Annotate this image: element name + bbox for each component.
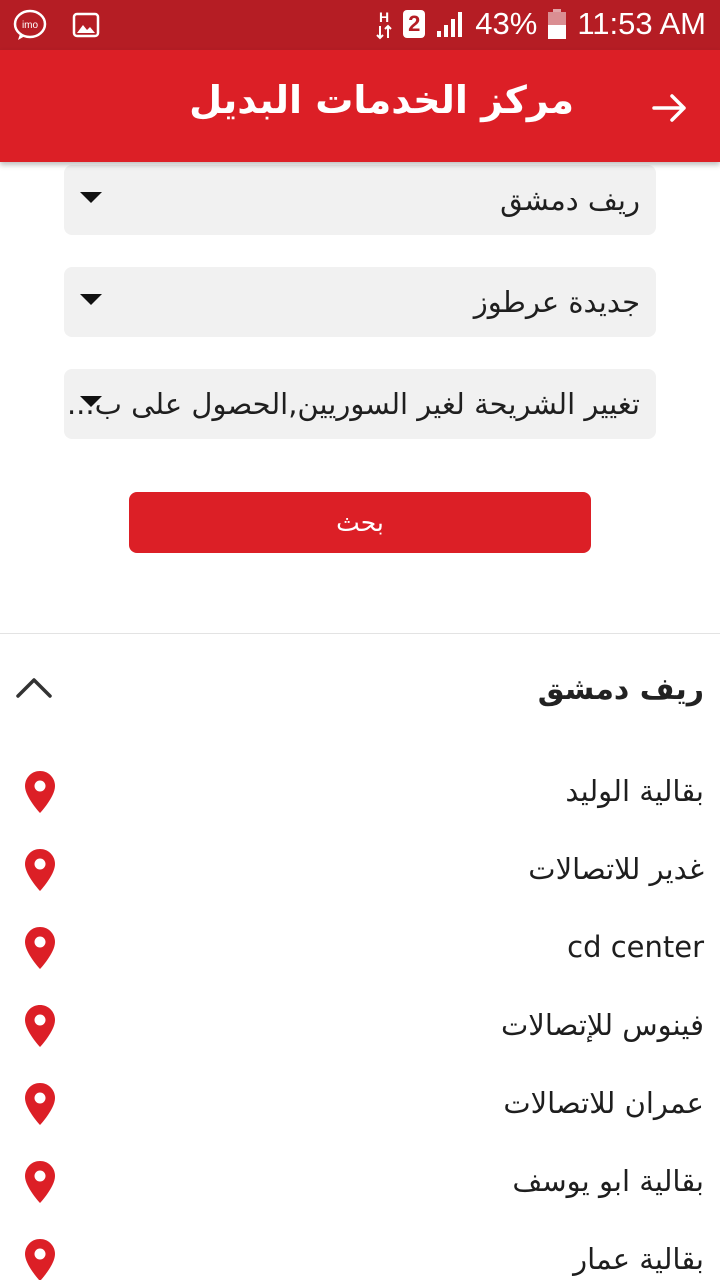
location-pin-icon[interactable] [24, 1082, 56, 1126]
gallery-icon [72, 12, 100, 38]
app-bar: مركز الخدمات البديل [0, 50, 720, 162]
list-item[interactable]: cd center [0, 912, 720, 990]
service-dropdown[interactable]: تغيير الشريحة لغير السوريين,الحصول على ب… [64, 369, 656, 439]
list-item-label: فينوس للإتصالات [501, 1008, 704, 1042]
list-item-label: cd center [567, 930, 704, 964]
imo-icon: imo [13, 9, 47, 40]
service-selected: تغيير الشريحة لغير السوريين,الحصول على ب… [66, 387, 640, 421]
region-header[interactable]: ريف دمشق [0, 650, 720, 730]
list-item[interactable]: غدير للاتصالات [0, 834, 720, 912]
location-pin-icon[interactable] [24, 848, 56, 892]
list-item-label: عمران للاتصالات [503, 1086, 704, 1120]
list-item[interactable]: بقالية ابو يوسف [0, 1146, 720, 1224]
dropdown-arrow-icon [80, 396, 102, 407]
page-title: مركز الخدمات البديل [189, 78, 574, 122]
list-item-label: غدير للاتصالات [528, 852, 704, 886]
location-pin-icon[interactable] [24, 1160, 56, 1204]
arrow-right-icon[interactable] [648, 86, 692, 130]
list-item-label: بقالية الوليد [565, 774, 704, 808]
list-item[interactable]: فينوس للإتصالات [0, 990, 720, 1068]
area-selected: جديدة عرطوز [473, 285, 640, 319]
sim-2-icon: 2 [403, 10, 426, 38]
area-dropdown[interactable]: جديدة عرطوز [64, 267, 656, 337]
battery-percentage: 43% [475, 6, 538, 41]
location-pin-icon[interactable] [24, 1004, 56, 1048]
battery-icon [548, 9, 567, 39]
location-pin-icon[interactable] [24, 770, 56, 814]
list-item-label: بقالية عمار [573, 1242, 704, 1276]
dropdown-arrow-icon [80, 294, 102, 305]
dropdown-arrow-icon [80, 192, 102, 203]
svg-text:H: H [379, 9, 389, 25]
list-item[interactable]: بقالية الوليد [0, 756, 720, 834]
data-h-icon: H [376, 9, 392, 40]
list-item-label: بقالية ابو يوسف [512, 1164, 704, 1198]
location-pin-icon[interactable] [24, 926, 56, 970]
status-bar-notifications: imo [12, 8, 100, 42]
signal-icon [437, 12, 463, 37]
clock: 11:53 AM [577, 6, 706, 41]
region-title: ريف دمشق [537, 672, 704, 707]
divider [0, 633, 720, 634]
list-item[interactable]: عمران للاتصالات [0, 1068, 720, 1146]
svg-text:imo: imo [22, 20, 39, 31]
list-item[interactable]: بقالية عمار [0, 1224, 720, 1280]
status-bar-system: H 2 43% 11:53 AM [375, 6, 706, 42]
location-pin-icon[interactable] [24, 1238, 56, 1280]
governorate-dropdown[interactable]: ريف دمشق [64, 165, 656, 235]
status-bar: imo H 2 43% 11:53 AM [0, 0, 720, 50]
chevron-up-icon[interactable] [14, 668, 54, 708]
search-button[interactable]: بحث [129, 492, 591, 553]
governorate-selected: ريف دمشق [500, 183, 640, 217]
